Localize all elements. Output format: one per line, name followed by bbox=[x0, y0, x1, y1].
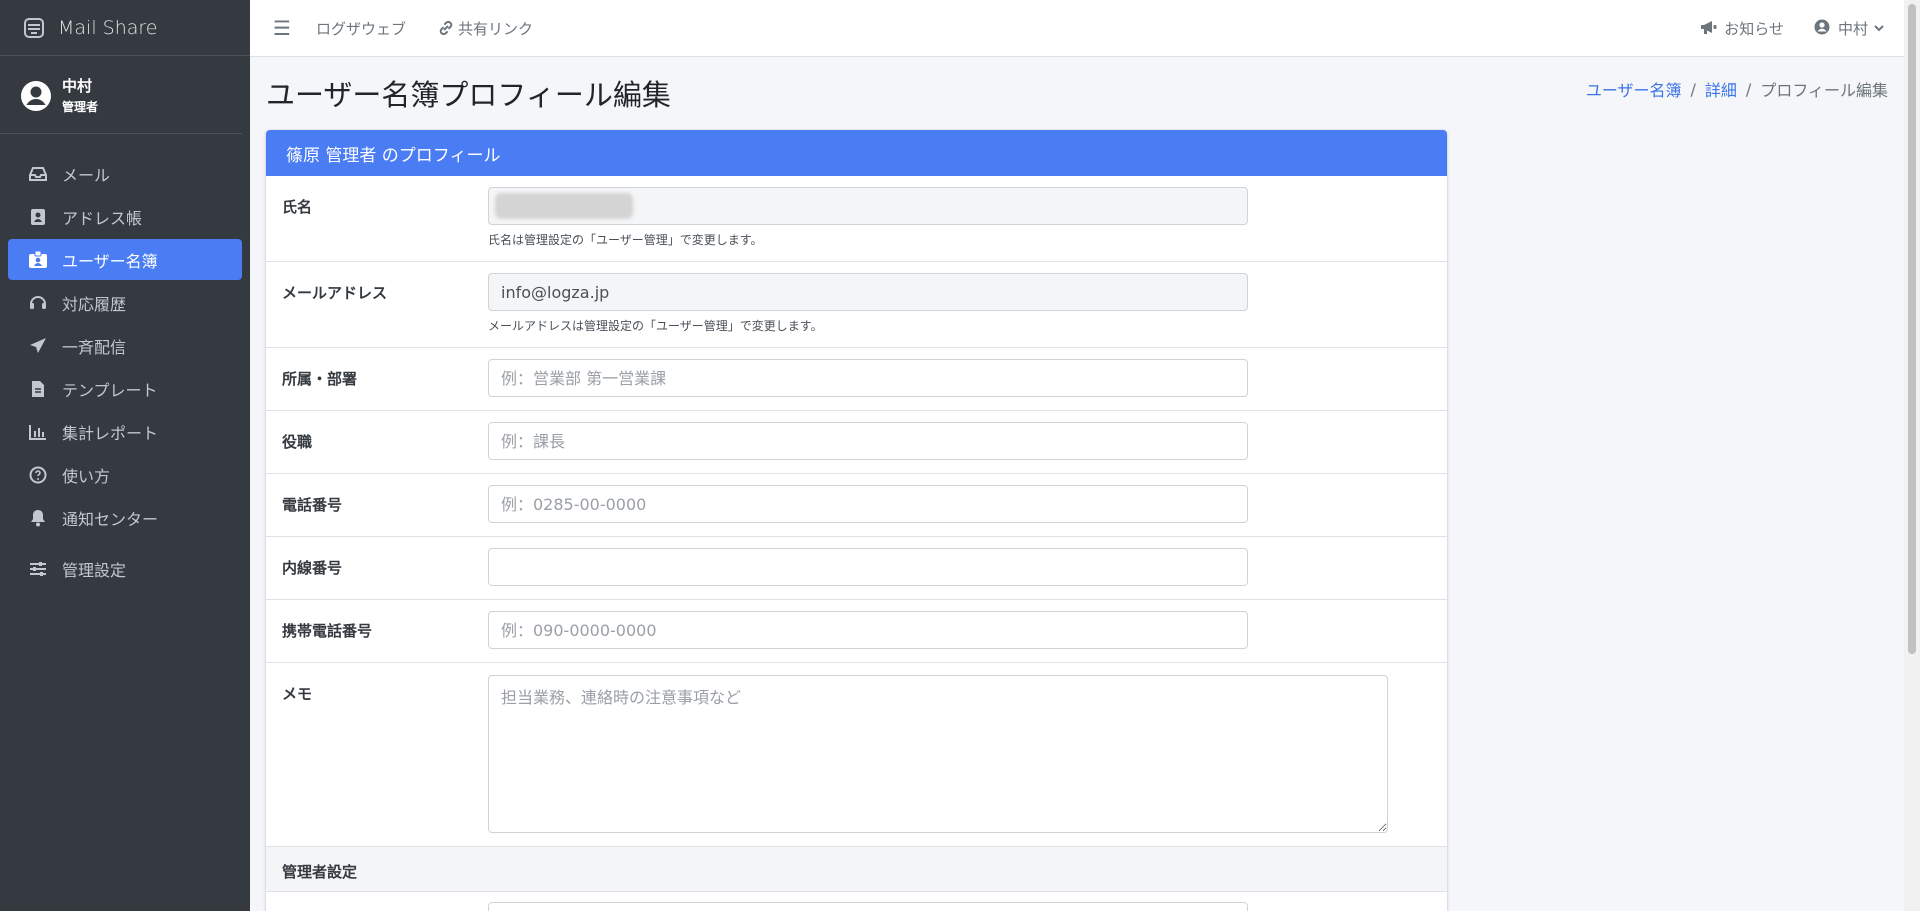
form-row-email: メールアドレス info@logza.jp メールアドレスは管理設定の「ユーザー… bbox=[266, 262, 1447, 348]
megaphone-icon bbox=[1700, 19, 1718, 37]
inbox-icon bbox=[28, 164, 48, 184]
sidebar-item-admin-settings[interactable]: 管理設定 bbox=[8, 548, 242, 589]
address-book-icon bbox=[28, 207, 48, 227]
page-scrollbar[interactable] bbox=[1904, 0, 1920, 911]
position-label: 役職 bbox=[282, 433, 313, 451]
mobile-label: 携帯電話番号 bbox=[282, 622, 373, 640]
sliders-icon bbox=[28, 559, 48, 579]
sidebar-item-label: 使い方 bbox=[62, 466, 111, 486]
breadcrumb-detail[interactable]: 詳細 bbox=[1705, 77, 1737, 101]
sidebar-item-label: 一斉配信 bbox=[62, 337, 127, 357]
department-label: 所属・部署 bbox=[282, 370, 358, 388]
notifications-label: お知らせ bbox=[1724, 19, 1784, 38]
email-help-text: メールアドレスは管理設定の「ユーザー管理」で変更します。 bbox=[488, 319, 823, 333]
file-icon bbox=[28, 379, 48, 399]
sidebar-item-label: 対応履歴 bbox=[62, 294, 127, 314]
sidebar-item-address-book[interactable]: アドレス帳 bbox=[8, 196, 242, 237]
form-row-memo: メモ bbox=[266, 663, 1447, 846]
user-panel[interactable]: 中村 管理者 bbox=[0, 56, 242, 134]
memo-label: メモ bbox=[282, 685, 313, 703]
user-menu[interactable]: 中村 bbox=[1814, 18, 1884, 39]
sidebar-item-user-directory[interactable]: ユーザー名簿 bbox=[8, 239, 242, 280]
admin-settings-heading: 管理者設定 bbox=[282, 863, 358, 881]
name-label: 氏名 bbox=[282, 198, 313, 216]
scrollbar-thumb[interactable] bbox=[1908, 4, 1916, 654]
menu-toggle-icon[interactable]: ☰ bbox=[272, 16, 292, 40]
breadcrumb-user-directory[interactable]: ユーザー名簿 bbox=[1586, 77, 1682, 101]
position-input[interactable] bbox=[488, 422, 1248, 460]
page-title: ユーザー名簿プロフィール編集 bbox=[266, 78, 671, 112]
mobile-input[interactable] bbox=[488, 611, 1248, 649]
bar-chart-icon bbox=[28, 422, 48, 442]
brand-name: Mail Share bbox=[58, 16, 158, 39]
sidebar-item-label: アドレス帳 bbox=[62, 208, 143, 228]
sidebar-item-label: メール bbox=[62, 165, 111, 185]
headset-icon bbox=[28, 293, 48, 313]
link-label: ログザウェブ bbox=[316, 19, 407, 38]
phone-input[interactable] bbox=[488, 485, 1248, 523]
notifications-link[interactable]: お知らせ bbox=[1700, 18, 1784, 39]
form-row-position: 役職 bbox=[266, 411, 1447, 474]
breadcrumb-separator: / bbox=[1690, 79, 1696, 99]
memo-textarea[interactable] bbox=[488, 675, 1388, 833]
sidebar-nav: メール アドレス帳 ユーザー名簿 対応履歴 一斉配信 テンプレート 集計レポート bbox=[0, 134, 250, 589]
sidebar-item-templates[interactable]: テンプレート bbox=[8, 368, 242, 409]
email-label: メールアドレス bbox=[282, 284, 388, 302]
sidebar-item-label: 集計レポート bbox=[62, 423, 159, 443]
bell-icon bbox=[28, 508, 48, 528]
sidebar-item-history[interactable]: 対応履歴 bbox=[8, 282, 242, 323]
user-menu-label: 中村 bbox=[1837, 19, 1868, 38]
question-circle-icon bbox=[28, 465, 48, 485]
link-label: 共有リンク bbox=[458, 19, 534, 38]
form-row-name: 氏名 氏名は管理設定の「ユーザー管理」で変更します。 bbox=[266, 176, 1447, 262]
id-badge-icon bbox=[28, 250, 48, 270]
sidebar-item-mail[interactable]: メール bbox=[8, 153, 242, 194]
name-field bbox=[488, 187, 1248, 225]
admin-field[interactable] bbox=[488, 902, 1248, 911]
logza-web-link[interactable]: ログザウェブ bbox=[316, 18, 406, 39]
navbar-right: お知らせ 中村 bbox=[1670, 18, 1884, 39]
form-row-phone: 電話番号 bbox=[266, 474, 1447, 537]
department-input[interactable] bbox=[488, 359, 1248, 397]
user-circle-icon bbox=[20, 80, 52, 112]
brand[interactable]: Mail Share bbox=[0, 0, 250, 56]
extension-input[interactable] bbox=[488, 548, 1248, 586]
user-circle-icon bbox=[1814, 19, 1832, 37]
extension-label: 内線番号 bbox=[282, 559, 343, 577]
sidebar-item-reports[interactable]: 集計レポート bbox=[8, 411, 242, 452]
form-row-department: 所属・部署 bbox=[266, 348, 1447, 411]
profile-card: 篠原 管理者 のプロフィール 氏名 氏名は管理設定の「ユーザー管理」で変更します… bbox=[266, 130, 1447, 911]
breadcrumb-current: プロフィール編集 bbox=[1760, 81, 1888, 100]
shared-link[interactable]: 共有リンク bbox=[438, 18, 533, 39]
sidebar-item-label: 通知センター bbox=[62, 509, 159, 529]
user-name: 中村 bbox=[62, 77, 93, 95]
link-icon bbox=[438, 20, 454, 36]
breadcrumb: ユーザー名簿 / 詳細 / プロフィール編集 bbox=[1586, 77, 1888, 101]
sidebar-item-help[interactable]: 使い方 bbox=[8, 454, 242, 495]
form-row-mobile: 携帯電話番号 bbox=[266, 600, 1447, 663]
mail-bulk-icon bbox=[22, 16, 46, 40]
name-help-text: 氏名は管理設定の「ユーザー管理」で変更します。 bbox=[488, 233, 763, 247]
sidebar-item-broadcast[interactable]: 一斉配信 bbox=[8, 325, 242, 366]
phone-label: 電話番号 bbox=[282, 496, 343, 514]
form-row-extension: 内線番号 bbox=[266, 537, 1447, 600]
chevron-down-icon bbox=[1874, 24, 1884, 32]
top-navbar: ☰ ログザウェブ 共有リンク お知らせ 中村 bbox=[250, 0, 1904, 57]
sidebar-item-label: テンプレート bbox=[62, 380, 158, 400]
form-row-admin bbox=[266, 892, 1447, 911]
user-role: 管理者 bbox=[62, 100, 99, 114]
admin-settings-section: 管理者設定 bbox=[266, 846, 1447, 892]
sidebar-item-label: 管理設定 bbox=[62, 560, 127, 580]
card-header: 篠原 管理者 のプロフィール bbox=[266, 130, 1447, 176]
redacted-name bbox=[495, 193, 633, 219]
email-field: info@logza.jp bbox=[488, 273, 1248, 311]
breadcrumb-separator: / bbox=[1745, 79, 1752, 99]
sidebar-item-notification-center[interactable]: 通知センター bbox=[8, 497, 242, 538]
sidebar: Mail Share 中村 管理者 メール アドレス帳 ユーザー名簿 対応履歴 bbox=[0, 0, 250, 911]
paper-plane-icon bbox=[28, 336, 48, 356]
sidebar-item-label: ユーザー名簿 bbox=[62, 251, 158, 271]
